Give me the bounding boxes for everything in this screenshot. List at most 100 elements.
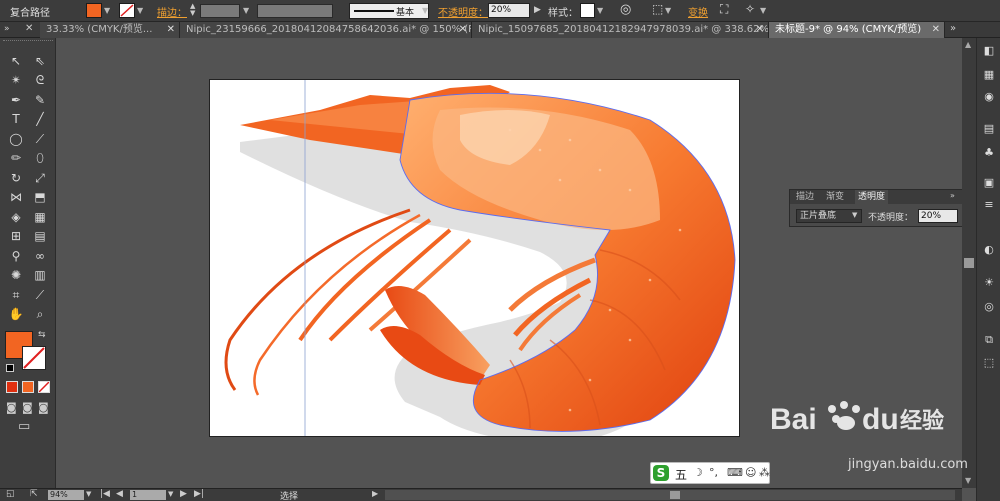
close-icon[interactable]: ✕ bbox=[167, 22, 175, 38]
direct-selection-icon[interactable]: ⇖ bbox=[30, 52, 50, 70]
draw-normal-icon[interactable]: ◙ bbox=[6, 401, 17, 414]
fill-dropdown-icon[interactable]: ▼ bbox=[104, 6, 110, 15]
h-scroll-thumb[interactable] bbox=[670, 491, 680, 499]
gradient-panel-icon[interactable]: ◎ bbox=[981, 300, 997, 314]
punctuation-icon[interactable]: °, bbox=[709, 466, 718, 479]
fill-swatch[interactable] bbox=[86, 3, 102, 18]
appearance-icon[interactable]: ≡ bbox=[981, 198, 997, 212]
artboard-number-field[interactable]: 1 bbox=[130, 490, 166, 500]
isolate-icon[interactable]: ⛶ bbox=[720, 2, 728, 17]
panel-collapse-icon[interactable]: » bbox=[950, 191, 955, 200]
horizontal-scrollbar[interactable] bbox=[385, 490, 955, 500]
blend-dropdown-icon[interactable]: ▼ bbox=[852, 211, 857, 219]
close-tab-icon[interactable]: ✕ bbox=[25, 23, 33, 34]
scroll-up-icon[interactable]: ▲ bbox=[965, 40, 971, 49]
selection-icon[interactable]: ↖ bbox=[6, 52, 26, 70]
symbols-icon[interactable]: ♣ bbox=[981, 146, 997, 160]
eyedropper-icon[interactable]: ⚲ bbox=[6, 247, 26, 265]
screen-mode-icon[interactable]: ▭ bbox=[18, 419, 30, 434]
eraser-icon[interactable]: ⬯ bbox=[30, 149, 50, 167]
lasso-icon[interactable]: ᘓ bbox=[30, 71, 50, 89]
transform-options-icon[interactable]: ✧ bbox=[745, 2, 755, 16]
stroke-label[interactable]: 描边： bbox=[157, 4, 187, 19]
pen-icon[interactable]: ✒ bbox=[6, 91, 26, 109]
export-icon[interactable]: ⇱ bbox=[30, 489, 38, 499]
zoom-dropdown-icon[interactable]: ▼ bbox=[86, 490, 91, 498]
moon-icon[interactable]: ☽ bbox=[693, 466, 703, 479]
graphic-styles-icon[interactable]: ▣ bbox=[981, 176, 997, 190]
align-dropdown-icon[interactable]: ▼ bbox=[665, 6, 671, 15]
sogou-logo-icon[interactable]: S bbox=[653, 465, 669, 481]
artboard[interactable] bbox=[209, 79, 740, 437]
stroke-panel-icon[interactable]: ☀ bbox=[981, 276, 997, 290]
stroke-stepper[interactable]: ▲ ▼ bbox=[190, 3, 198, 18]
brush-definition-field[interactable]: 基本 bbox=[349, 3, 429, 19]
stroke-swatch[interactable] bbox=[119, 3, 135, 18]
collapse-tabs-icon[interactable]: » bbox=[4, 24, 10, 34]
first-artboard-icon[interactable]: |◀ bbox=[100, 489, 110, 499]
graphic-style-swatch[interactable] bbox=[580, 3, 595, 18]
type-icon[interactable]: T bbox=[6, 110, 26, 128]
tab-doc-3[interactable]: Nipic_15097685_20180412182947978039.ai* … bbox=[472, 22, 769, 38]
shrimp-illustration[interactable] bbox=[210, 80, 740, 437]
align-icon[interactable]: ⬚ bbox=[652, 2, 663, 16]
transform-label[interactable]: 变换 bbox=[688, 4, 708, 19]
opacity-label[interactable]: 不透明度： bbox=[438, 4, 488, 19]
tab-doc-1[interactable]: 33.33% (CMYK/预览... ✕ bbox=[40, 22, 180, 38]
ime-mode-label[interactable]: 五 bbox=[675, 466, 687, 483]
scale-icon[interactable]: ⤢ bbox=[30, 169, 50, 187]
artboard-icon[interactable]: ⌗ bbox=[6, 286, 26, 304]
variable-width-field[interactable] bbox=[257, 4, 333, 18]
keyboard-icon[interactable]: ⌨ bbox=[727, 466, 743, 479]
scroll-thumb[interactable] bbox=[964, 258, 974, 268]
tab-overflow-icon[interactable]: » bbox=[950, 23, 956, 34]
shape-builder-icon[interactable]: ◈ bbox=[6, 208, 26, 226]
tab-doc-2[interactable]: Nipic_23159666_20180412084758642036.ai* … bbox=[180, 22, 472, 38]
opacity-arrow-icon[interactable]: ▶ bbox=[534, 5, 541, 15]
pencil-icon[interactable]: ✏ bbox=[6, 149, 26, 167]
column-graph-icon[interactable]: ▥ bbox=[30, 266, 50, 284]
draw-behind-icon[interactable]: ◙ bbox=[22, 401, 33, 414]
close-icon[interactable]: ✕ bbox=[756, 22, 764, 38]
hand-icon[interactable]: ✋ bbox=[6, 305, 26, 323]
rotate-icon[interactable]: ↻ bbox=[6, 169, 26, 187]
style-dropdown-icon[interactable]: ▼ bbox=[597, 6, 603, 15]
line-icon[interactable]: ╱ bbox=[30, 110, 50, 128]
color-panel-icon[interactable]: ◧ bbox=[981, 44, 997, 58]
stroke-weight-field[interactable] bbox=[200, 4, 240, 18]
opacity-field[interactable]: 20% bbox=[488, 3, 530, 18]
toolbox-grip[interactable] bbox=[3, 40, 53, 44]
artboard-dropdown-icon[interactable]: ▼ bbox=[168, 490, 173, 498]
artboards-icon[interactable]: ⬚ bbox=[981, 356, 997, 370]
blend-icon[interactable]: ∞ bbox=[30, 247, 50, 265]
width-icon[interactable]: ⋈ bbox=[6, 188, 26, 206]
close-icon[interactable]: ✕ bbox=[932, 22, 940, 38]
symbol-sprayer-icon[interactable]: ✺ bbox=[6, 266, 26, 284]
brush-dropdown-icon[interactable]: ▼ bbox=[422, 6, 428, 15]
prev-artboard-icon[interactable]: ◀ bbox=[116, 489, 123, 499]
zoom-icon[interactable]: ⌕ bbox=[30, 305, 50, 323]
gradient-mode-icon[interactable] bbox=[22, 381, 34, 393]
none-mode-icon[interactable] bbox=[38, 381, 50, 393]
curvature-icon[interactable]: ✎ bbox=[30, 91, 50, 109]
tab-stroke[interactable]: 描边 bbox=[796, 190, 814, 204]
stroke-weight-dropdown-icon[interactable]: ▼ bbox=[243, 6, 249, 15]
zoom-field[interactable]: 94% bbox=[48, 490, 84, 500]
user-icon[interactable]: ☺ bbox=[745, 466, 756, 479]
gradient-icon[interactable]: ▤ bbox=[30, 227, 50, 245]
transform-dropdown-icon[interactable]: ▼ bbox=[760, 6, 766, 15]
scroll-down-icon[interactable]: ▼ bbox=[965, 476, 971, 485]
brushes-icon[interactable]: ▤ bbox=[981, 122, 997, 136]
swatches-icon[interactable]: ◉ bbox=[981, 90, 997, 104]
color-guide-icon[interactable]: ▦ bbox=[981, 68, 997, 82]
tab-doc-active[interactable]: 未标题-9* @ 94% (CMYK/预览) ✕ bbox=[769, 22, 945, 38]
slice-icon[interactable]: ⟋ bbox=[30, 286, 50, 304]
default-colors-icon[interactable] bbox=[6, 364, 14, 372]
stroke-dropdown-icon[interactable]: ▼ bbox=[137, 6, 143, 15]
mesh-icon[interactable]: ⊞ bbox=[6, 227, 26, 245]
skin-icon[interactable]: ⁂ bbox=[759, 466, 770, 479]
panel-opacity-field[interactable]: 20% bbox=[918, 209, 958, 223]
recolor-artwork-icon[interactable]: ◎ bbox=[620, 2, 631, 17]
transparency-icon[interactable]: ◐ bbox=[981, 243, 997, 257]
status-menu-icon[interactable]: ◱ bbox=[6, 489, 15, 499]
